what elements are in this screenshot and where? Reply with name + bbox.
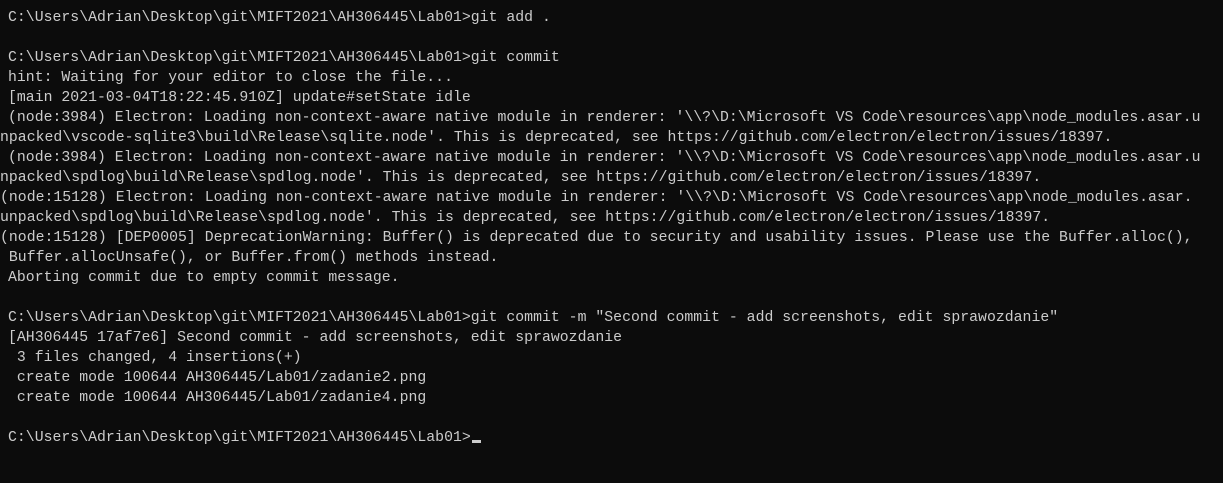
text-cursor <box>471 440 481 443</box>
terminal-line: npacked\spdlog\build\Release\spdlog.node… <box>0 170 1042 186</box>
terminal-line: [AH306445 17af7e6] Second commit - add s… <box>8 330 623 346</box>
terminal-line: hint: Waiting for your editor to close t… <box>8 70 453 86</box>
terminal-window[interactable]: C:\Users\Adrian\Desktop\git\MIFT2021\AH3… <box>0 8 1223 483</box>
prompt-line[interactable]: C:\Users\Adrian\Desktop\git\MIFT2021\AH3… <box>0 428 1223 448</box>
terminal-line: create mode 100644 AH306445/Lab01/zadani… <box>8 390 427 406</box>
terminal-line: create mode 100644 AH306445/Lab01/zadani… <box>8 370 427 386</box>
terminal-line: C:\Users\Adrian\Desktop\git\MIFT2021\AH3… <box>8 310 1059 326</box>
terminal-line: [main 2021-03-04T18:22:45.910Z] update#s… <box>8 90 471 106</box>
terminal-line: npacked\vscode-sqlite3\build\Release\sql… <box>0 130 1113 146</box>
terminal-line: 3 files changed, 4 insertions(+) <box>8 350 302 366</box>
terminal-line: (node:3984) Electron: Loading non-contex… <box>8 110 1201 126</box>
terminal-line: (node:15128) Electron: Loading non-conte… <box>0 190 1193 206</box>
terminal-line: (node:3984) Electron: Loading non-contex… <box>8 150 1201 166</box>
prompt-text: C:\Users\Adrian\Desktop\git\MIFT2021\AH3… <box>8 430 471 446</box>
terminal-line: Aborting commit due to empty commit mess… <box>8 270 400 286</box>
terminal-line: Buffer.allocUnsafe(), or Buffer.from() m… <box>0 250 499 266</box>
terminal-line: (node:15128) [DEP0005] DeprecationWarnin… <box>0 230 1193 246</box>
terminal-line: C:\Users\Adrian\Desktop\git\MIFT2021\AH3… <box>8 50 560 66</box>
terminal-line: unpacked\spdlog\build\Release\spdlog.nod… <box>0 210 1051 226</box>
terminal-line: C:\Users\Adrian\Desktop\git\MIFT2021\AH3… <box>8 10 551 26</box>
